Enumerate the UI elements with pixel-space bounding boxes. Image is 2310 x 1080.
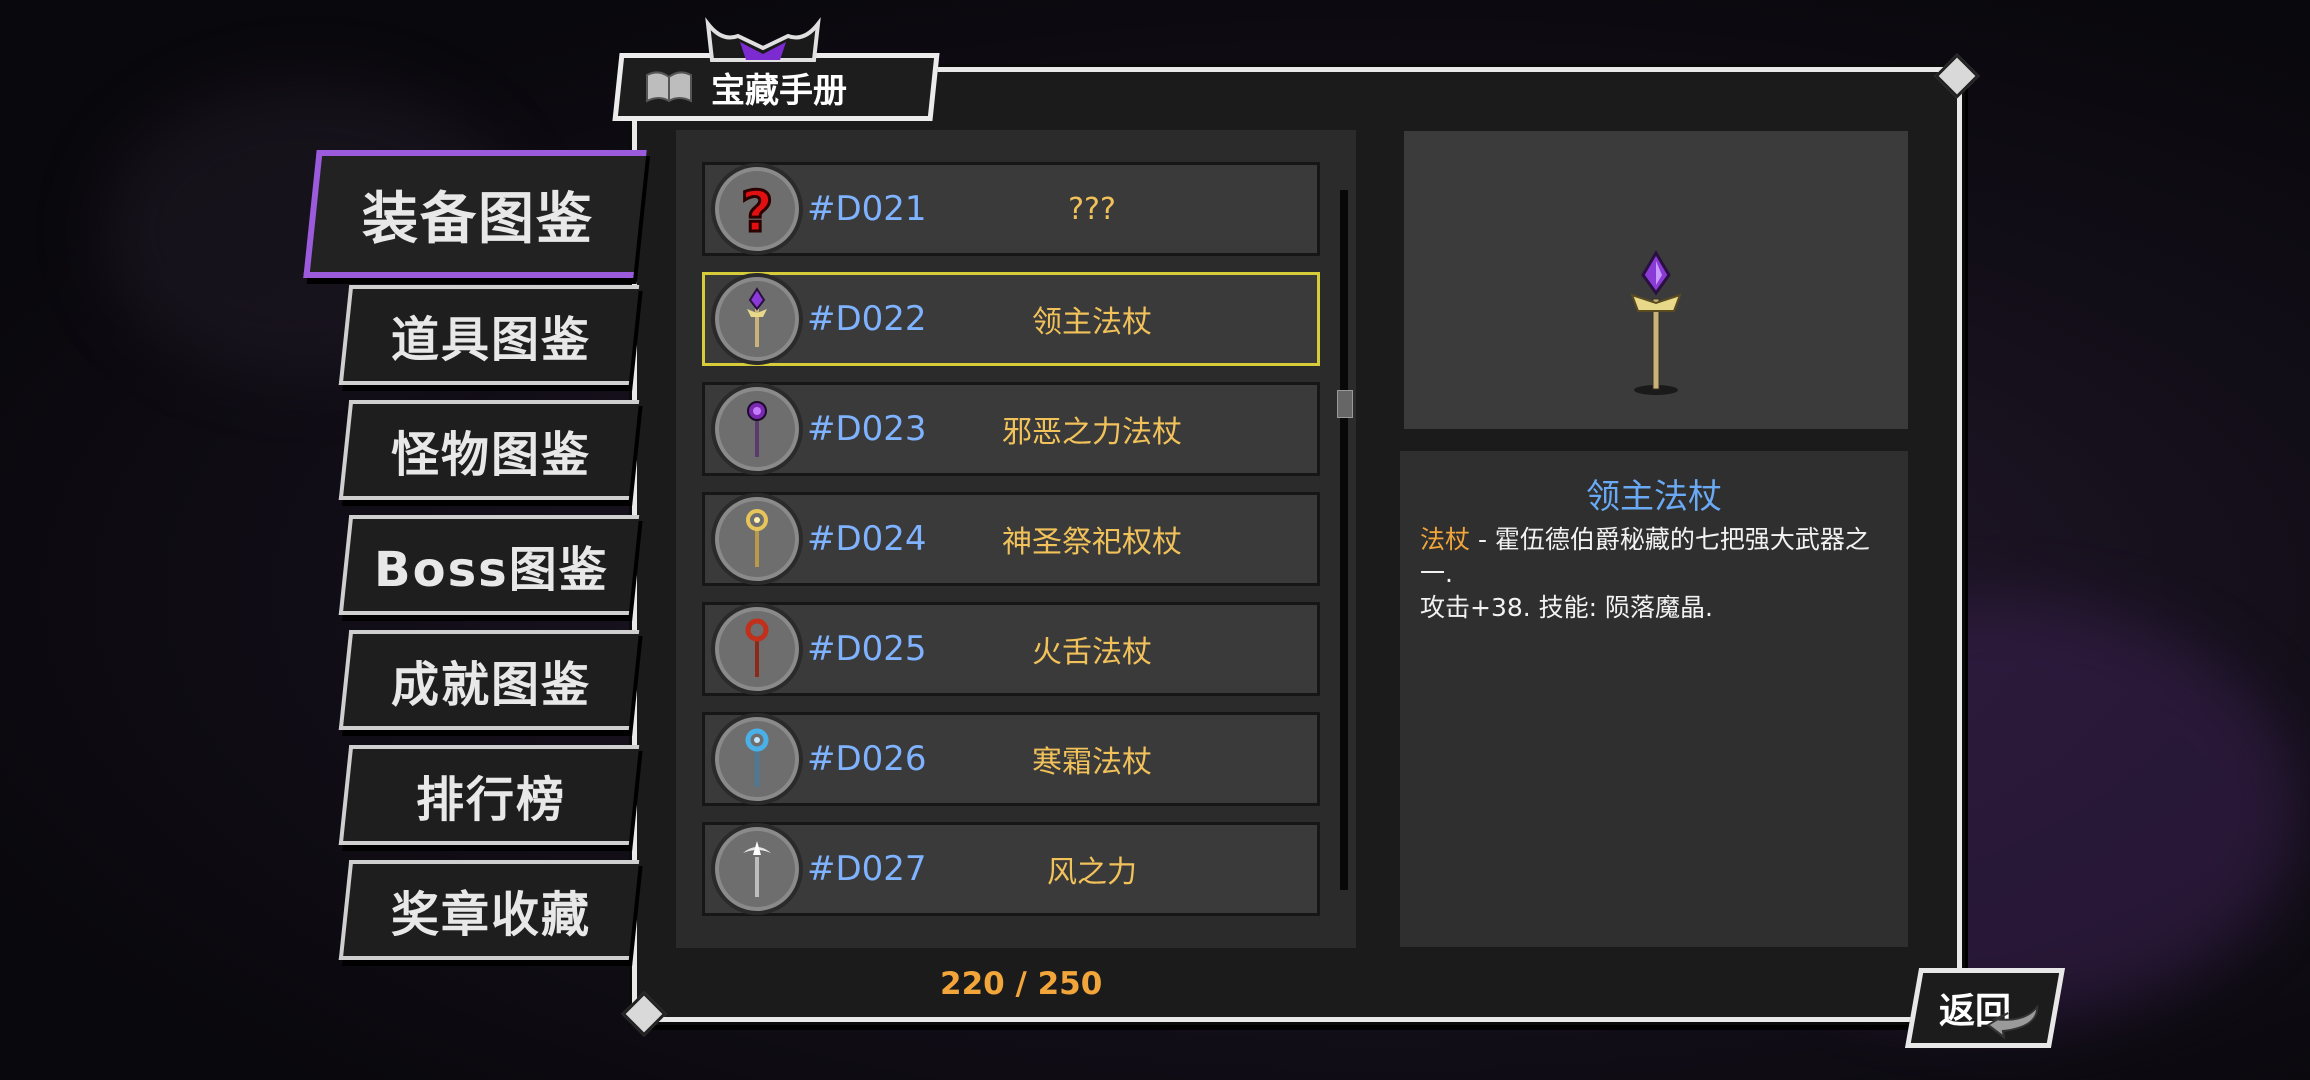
item-row[interactable]: #D023 邪恶之力法杖	[702, 382, 1320, 476]
nav-tab-label: 装备图鉴	[362, 186, 594, 252]
item-name: 神圣祭祀权杖	[1002, 525, 1182, 560]
item-description-panel: 领主法杖 法杖 - 霍伍德伯爵秘藏的七把强大武器之一. 攻击+38. 技能: 陨…	[1400, 451, 1908, 947]
item-code: #D027	[807, 849, 927, 889]
nav-tab-equipment[interactable]: 装备图鉴	[303, 150, 647, 278]
nav-tab-label: 成就图鉴	[390, 657, 591, 713]
item-code: #D022	[807, 299, 927, 339]
item-slot: ?	[711, 163, 803, 255]
item-detail-text: 法杖 - 霍伍德伯爵秘藏的七把强大武器之一. 攻击+38. 技能: 陨落魔晶.	[1420, 523, 1886, 625]
purple-crystal-staff-icon	[1630, 250, 1682, 395]
unknown-question-icon: ?	[739, 179, 774, 239]
nav-tab-leaderboard[interactable]: 排行榜	[338, 745, 640, 845]
item-code: #D025	[807, 629, 927, 669]
holy-gold-scepter-icon	[746, 509, 768, 567]
list-scrollbar[interactable]	[1340, 190, 1348, 890]
item-slot	[711, 823, 803, 915]
red-fire-staff-icon	[745, 618, 769, 677]
nav-tab-monsters[interactable]: 怪物图鉴	[338, 400, 640, 500]
list-scrollbar-thumb[interactable]	[1337, 390, 1353, 418]
item-preview	[1404, 131, 1908, 429]
item-name: 领主法杖	[1032, 305, 1152, 340]
item-row-selected[interactable]: #D022 领主法杖	[702, 272, 1320, 366]
item-name: 邪恶之力法杖	[1002, 415, 1182, 450]
nav-tab-label: 排行榜	[415, 772, 566, 828]
purple-crystal-staff-icon	[747, 287, 767, 347]
item-name: 火舌法杖	[1032, 635, 1152, 670]
nav-tab-label: 怪物图鉴	[390, 427, 591, 483]
item-slot	[711, 713, 803, 805]
title-tab: 宝藏手册	[612, 53, 940, 121]
item-name: 风之力	[1047, 855, 1137, 890]
item-description: - 霍伍德伯爵秘藏的七把强大武器之一.	[1420, 525, 1870, 588]
item-code: #D026	[807, 739, 927, 779]
item-row[interactable]: #D024 神圣祭祀权杖	[702, 492, 1320, 586]
back-button[interactable]: 返回	[1904, 968, 2066, 1048]
nav-tab-label: 道具图鉴	[390, 312, 591, 368]
demon-horns-emblem	[705, 17, 821, 62]
item-name: 寒霜法杖	[1032, 745, 1152, 780]
item-row[interactable]: ? #D021 ???	[702, 162, 1320, 256]
dark-purple-staff-icon	[747, 401, 767, 457]
page-title: 宝藏手册	[711, 70, 847, 111]
item-list-panel[interactable]: ? #D021 ??? #D022 领主法杖 #D023 邪恶之力法杖 #D02…	[676, 130, 1356, 948]
nav-tab-boss[interactable]: Boss图鉴	[338, 515, 640, 615]
nav-tab-label: 奖章收藏	[390, 887, 591, 943]
nav-tab-items[interactable]: 道具图鉴	[338, 285, 640, 385]
item-name: ???	[1068, 191, 1116, 227]
silver-wind-staff-icon	[743, 841, 771, 897]
item-row[interactable]: #D026 寒霜法杖	[702, 712, 1320, 806]
item-code: #D021	[807, 189, 927, 229]
item-row[interactable]: #D027 风之力	[702, 822, 1320, 916]
blue-frost-staff-icon	[745, 728, 769, 787]
item-slot	[711, 493, 803, 585]
nav-tab-label: Boss图鉴	[373, 542, 609, 598]
item-type-label: 法杖	[1420, 525, 1471, 554]
return-arrow-icon	[1986, 1004, 2039, 1039]
item-slot	[711, 273, 803, 365]
item-row[interactable]: #D025 火舌法杖	[702, 602, 1320, 696]
nav-tab-medals[interactable]: 奖章收藏	[338, 860, 640, 960]
svg-text:?: ?	[741, 180, 773, 239]
item-slot	[711, 383, 803, 475]
item-slot	[711, 603, 803, 695]
item-stats: 攻击+38. 技能: 陨落魔晶.	[1420, 593, 1713, 622]
collection-counter: 220 / 250	[940, 966, 1103, 1002]
item-code: #D023	[807, 409, 927, 449]
item-code: #D024	[807, 519, 927, 559]
item-detail-name: 领主法杖	[1586, 477, 1722, 517]
nav-tab-achievements[interactable]: 成就图鉴	[338, 630, 640, 730]
book-icon	[646, 71, 693, 103]
